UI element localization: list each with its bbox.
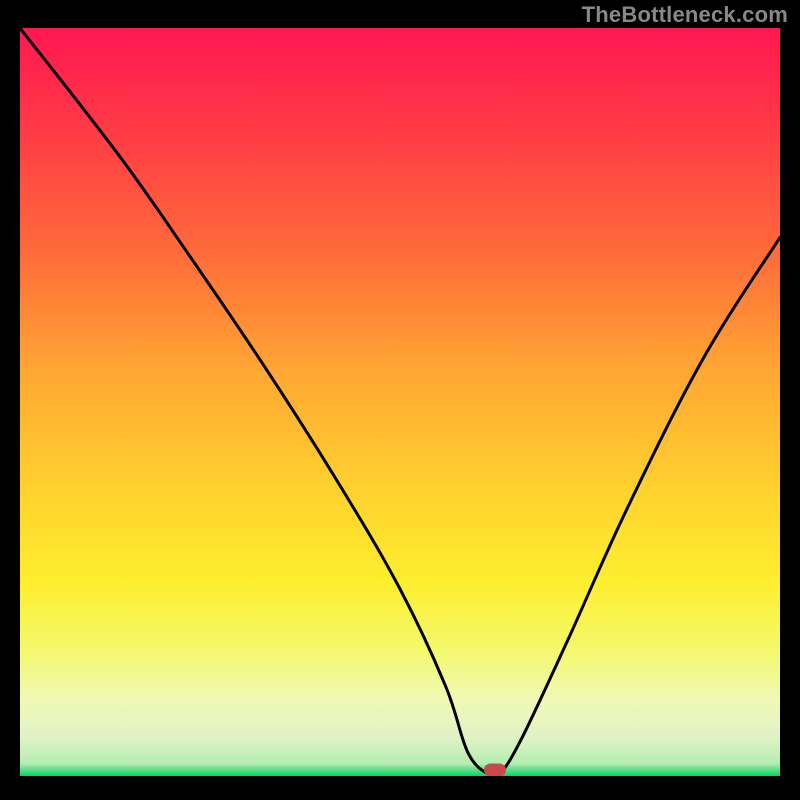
bottleneck-curve xyxy=(20,28,780,776)
plot-area xyxy=(20,28,780,776)
chart-frame: TheBottleneck.com xyxy=(0,0,800,800)
watermark-text: TheBottleneck.com xyxy=(582,2,788,28)
optimal-point-marker xyxy=(484,764,506,776)
